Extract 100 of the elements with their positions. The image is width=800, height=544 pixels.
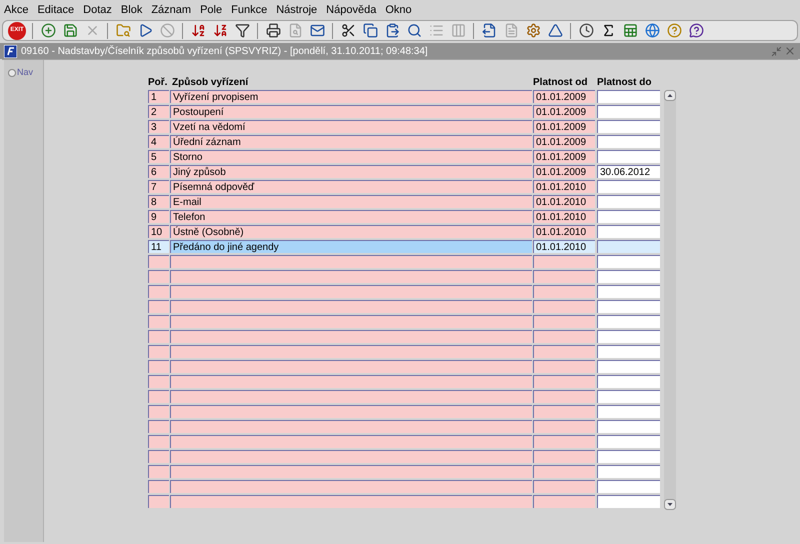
table-cell [148,450,169,463]
table-cell[interactable] [170,405,532,418]
table-cell[interactable]: Telefon [170,210,532,223]
table-cell[interactable] [170,450,532,463]
table-cell[interactable] [170,315,532,328]
table-cell[interactable] [170,420,532,433]
date-field[interactable] [597,390,660,403]
table-cell [533,330,595,343]
table-cell [148,405,169,418]
date-field[interactable] [597,495,660,508]
table-cell[interactable] [170,480,532,493]
table-cell: 01.01.2009 [533,105,595,118]
date-field[interactable] [597,135,660,148]
date-field[interactable] [597,150,660,163]
date-field[interactable] [597,435,660,448]
date-field[interactable] [597,120,660,133]
table-cell: 01.01.2009 [533,90,595,103]
table-cell[interactable] [170,465,532,478]
window-title: 09160 - Nadstavby/Číselník způsobů vyřízení (SPSVYRIZ) - [pondělí, 31.10.2011; 09:48:34] [21,44,429,58]
table-cell [533,420,595,433]
nav-radio[interactable]: Nav [8,66,39,80]
table-cell[interactable] [170,255,532,268]
menu-item[interactable]: Akce [4,2,28,18]
table-cell [533,315,595,328]
table-cell[interactable]: Ústně (Osobně) [170,225,532,238]
table-cell [533,450,595,463]
table-cell: 9 [148,210,169,223]
menu-item[interactable]: Pole [200,2,222,18]
table-cell[interactable]: Předáno do jiné agendy [170,240,532,253]
table-cell [148,270,169,283]
table-cell[interactable] [170,300,532,313]
close-icon[interactable] [784,45,796,57]
column-header: Platnost do [597,76,652,90]
table-cell[interactable] [170,375,532,388]
scrollbar[interactable] [664,90,676,510]
date-field[interactable] [597,90,660,103]
table-cell: 11 [148,240,169,253]
table-cell [148,390,169,403]
column-header: Poř. [148,76,168,90]
date-field[interactable] [597,480,660,493]
app-logo-icon [4,44,17,58]
table-cell[interactable]: Vyřízení prvopisem [170,90,532,103]
table-cell[interactable] [170,495,532,508]
column-header: Platnost od [533,76,588,90]
menu-item[interactable]: Nástroje [276,2,318,18]
date-field[interactable] [597,180,660,193]
table-cell[interactable]: E-mail [170,195,532,208]
table-cell: 5 [148,150,169,163]
date-field[interactable] [597,465,660,478]
table-cell [148,330,169,343]
table-cell[interactable]: Úřední záznam [170,135,532,148]
menu-item[interactable]: Záznam [151,2,192,18]
scroll-up-icon[interactable] [664,90,676,101]
date-field[interactable] [597,345,660,358]
table-cell [533,345,595,358]
date-field[interactable]: 30.06.2012 [597,165,660,178]
date-field[interactable] [597,210,660,223]
date-field[interactable] [597,195,660,208]
date-field[interactable] [597,375,660,388]
date-field[interactable] [597,105,660,118]
menu-item[interactable]: Nápověda [326,2,376,18]
table-cell[interactable] [170,345,532,358]
date-field[interactable] [597,255,660,268]
date-field[interactable] [597,450,660,463]
date-field[interactable] [597,420,660,433]
table-cell[interactable]: Písemná odpověď [170,180,532,193]
menu-item[interactable]: Okno [385,2,412,18]
table-cell: 01.01.2010 [533,180,595,193]
table-cell [148,375,169,388]
table-cell[interactable]: Jiný způsob [170,165,532,178]
menu-item[interactable]: Editace [37,2,74,18]
date-field[interactable] [597,315,660,328]
table-cell: 01.01.2010 [533,195,595,208]
table-cell[interactable] [170,270,532,283]
table-cell: 01.01.2010 [533,210,595,223]
date-field[interactable] [597,285,660,298]
table-cell[interactable] [170,390,532,403]
table-cell[interactable] [170,330,532,343]
scroll-down-icon[interactable] [664,499,676,510]
table-cell [533,375,595,388]
date-field[interactable] [597,270,660,283]
menu-item[interactable]: Dotaz [83,2,112,18]
date-field[interactable] [597,330,660,343]
table-cell[interactable] [170,285,532,298]
table-cell[interactable] [170,360,532,373]
table-cell[interactable]: Vzetí na vědomí [170,120,532,133]
table-cell[interactable]: Postoupení [170,105,532,118]
table-cell [533,285,595,298]
table-cell[interactable]: Storno [170,150,532,163]
table-cell: 10 [148,225,169,238]
date-field[interactable] [597,300,660,313]
restore-icon[interactable] [771,46,782,56]
table-cell [148,285,169,298]
date-field[interactable] [597,225,660,238]
menu-item[interactable]: Funkce [231,2,268,18]
date-field[interactable] [597,405,660,418]
date-field[interactable] [597,360,660,373]
table-cell[interactable] [170,435,532,448]
menu-item[interactable]: Blok [120,2,142,18]
date-field[interactable] [597,240,660,253]
